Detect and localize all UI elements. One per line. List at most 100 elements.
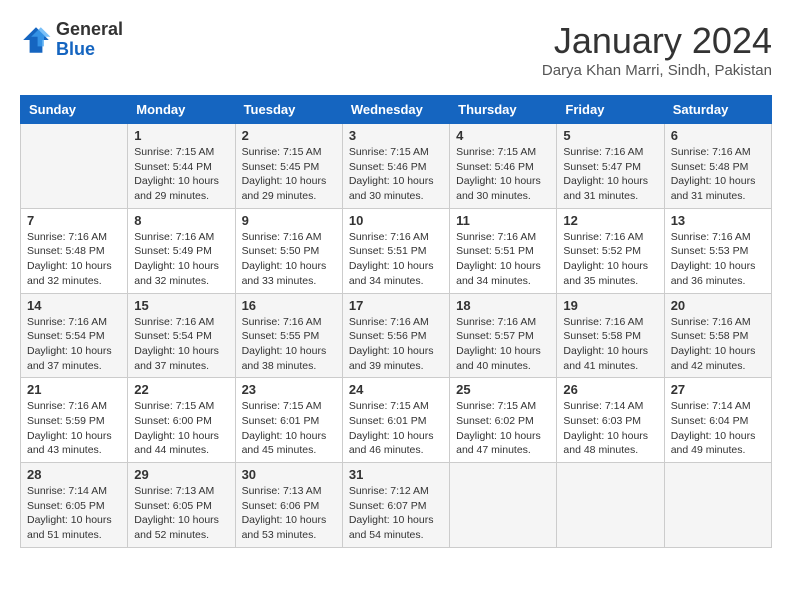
calendar-cell: 7 Sunrise: 7:16 AMSunset: 5:48 PMDayligh… xyxy=(21,208,128,293)
page-header: General Blue January 2024 Darya Khan Mar… xyxy=(20,20,772,79)
day-info: Sunrise: 7:15 AMSunset: 5:44 PMDaylight:… xyxy=(134,145,228,204)
calendar-cell: 11 Sunrise: 7:16 AMSunset: 5:51 PMDaylig… xyxy=(450,208,557,293)
day-info: Sunrise: 7:12 AMSunset: 6:07 PMDaylight:… xyxy=(349,484,443,543)
day-info: Sunrise: 7:15 AMSunset: 5:46 PMDaylight:… xyxy=(456,145,550,204)
day-info: Sunrise: 7:16 AMSunset: 5:54 PMDaylight:… xyxy=(27,315,121,374)
day-number: 10 xyxy=(349,213,443,228)
calendar-week-row: 1 Sunrise: 7:15 AMSunset: 5:44 PMDayligh… xyxy=(21,124,772,209)
day-number: 27 xyxy=(671,382,765,397)
day-number: 17 xyxy=(349,298,443,313)
day-number: 20 xyxy=(671,298,765,313)
calendar-cell: 3 Sunrise: 7:15 AMSunset: 5:46 PMDayligh… xyxy=(342,124,449,209)
calendar-week-row: 28 Sunrise: 7:14 AMSunset: 6:05 PMDaylig… xyxy=(21,463,772,548)
calendar-week-row: 21 Sunrise: 7:16 AMSunset: 5:59 PMDaylig… xyxy=(21,378,772,463)
day-number: 16 xyxy=(242,298,336,313)
day-number: 21 xyxy=(27,382,121,397)
day-number: 14 xyxy=(27,298,121,313)
weekday-header: Thursday xyxy=(450,96,557,124)
calendar-table: SundayMondayTuesdayWednesdayThursdayFrid… xyxy=(20,95,772,548)
logo-blue: Blue xyxy=(56,39,95,59)
calendar-cell: 21 Sunrise: 7:16 AMSunset: 5:59 PMDaylig… xyxy=(21,378,128,463)
logo-text: General Blue xyxy=(56,20,123,60)
location: Darya Khan Marri, Sindh, Pakistan xyxy=(542,62,772,79)
month-title: January 2024 xyxy=(542,20,772,62)
day-info: Sunrise: 7:16 AMSunset: 5:53 PMDaylight:… xyxy=(671,230,765,289)
day-info: Sunrise: 7:16 AMSunset: 5:58 PMDaylight:… xyxy=(671,315,765,374)
day-number: 1 xyxy=(134,128,228,143)
logo-icon xyxy=(20,24,52,56)
day-info: Sunrise: 7:14 AMSunset: 6:05 PMDaylight:… xyxy=(27,484,121,543)
calendar-cell: 22 Sunrise: 7:15 AMSunset: 6:00 PMDaylig… xyxy=(128,378,235,463)
day-info: Sunrise: 7:16 AMSunset: 5:57 PMDaylight:… xyxy=(456,315,550,374)
calendar-cell: 20 Sunrise: 7:16 AMSunset: 5:58 PMDaylig… xyxy=(664,293,771,378)
day-info: Sunrise: 7:16 AMSunset: 5:56 PMDaylight:… xyxy=(349,315,443,374)
calendar-cell: 29 Sunrise: 7:13 AMSunset: 6:05 PMDaylig… xyxy=(128,463,235,548)
calendar-cell: 17 Sunrise: 7:16 AMSunset: 5:56 PMDaylig… xyxy=(342,293,449,378)
calendar-cell xyxy=(557,463,664,548)
day-info: Sunrise: 7:16 AMSunset: 5:49 PMDaylight:… xyxy=(134,230,228,289)
title-block: January 2024 Darya Khan Marri, Sindh, Pa… xyxy=(542,20,772,79)
calendar-cell: 5 Sunrise: 7:16 AMSunset: 5:47 PMDayligh… xyxy=(557,124,664,209)
day-info: Sunrise: 7:16 AMSunset: 5:51 PMDaylight:… xyxy=(349,230,443,289)
day-info: Sunrise: 7:16 AMSunset: 5:52 PMDaylight:… xyxy=(563,230,657,289)
weekday-header: Monday xyxy=(128,96,235,124)
calendar-cell xyxy=(450,463,557,548)
calendar-cell: 23 Sunrise: 7:15 AMSunset: 6:01 PMDaylig… xyxy=(235,378,342,463)
calendar-cell: 26 Sunrise: 7:14 AMSunset: 6:03 PMDaylig… xyxy=(557,378,664,463)
calendar-cell: 13 Sunrise: 7:16 AMSunset: 5:53 PMDaylig… xyxy=(664,208,771,293)
day-info: Sunrise: 7:16 AMSunset: 5:58 PMDaylight:… xyxy=(563,315,657,374)
day-number: 19 xyxy=(563,298,657,313)
day-number: 30 xyxy=(242,467,336,482)
calendar-cell: 31 Sunrise: 7:12 AMSunset: 6:07 PMDaylig… xyxy=(342,463,449,548)
day-info: Sunrise: 7:13 AMSunset: 6:06 PMDaylight:… xyxy=(242,484,336,543)
weekday-header: Wednesday xyxy=(342,96,449,124)
day-info: Sunrise: 7:15 AMSunset: 6:02 PMDaylight:… xyxy=(456,399,550,458)
calendar-cell xyxy=(664,463,771,548)
calendar-cell: 8 Sunrise: 7:16 AMSunset: 5:49 PMDayligh… xyxy=(128,208,235,293)
day-info: Sunrise: 7:16 AMSunset: 5:59 PMDaylight:… xyxy=(27,399,121,458)
calendar-cell: 16 Sunrise: 7:16 AMSunset: 5:55 PMDaylig… xyxy=(235,293,342,378)
day-info: Sunrise: 7:14 AMSunset: 6:04 PMDaylight:… xyxy=(671,399,765,458)
day-number: 2 xyxy=(242,128,336,143)
day-number: 13 xyxy=(671,213,765,228)
day-number: 15 xyxy=(134,298,228,313)
weekday-header: Tuesday xyxy=(235,96,342,124)
calendar-cell: 10 Sunrise: 7:16 AMSunset: 5:51 PMDaylig… xyxy=(342,208,449,293)
calendar-cell: 19 Sunrise: 7:16 AMSunset: 5:58 PMDaylig… xyxy=(557,293,664,378)
day-number: 7 xyxy=(27,213,121,228)
day-info: Sunrise: 7:16 AMSunset: 5:47 PMDaylight:… xyxy=(563,145,657,204)
day-info: Sunrise: 7:14 AMSunset: 6:03 PMDaylight:… xyxy=(563,399,657,458)
day-info: Sunrise: 7:13 AMSunset: 6:05 PMDaylight:… xyxy=(134,484,228,543)
weekday-header-row: SundayMondayTuesdayWednesdayThursdayFrid… xyxy=(21,96,772,124)
day-number: 8 xyxy=(134,213,228,228)
calendar-cell: 24 Sunrise: 7:15 AMSunset: 6:01 PMDaylig… xyxy=(342,378,449,463)
calendar-cell: 2 Sunrise: 7:15 AMSunset: 5:45 PMDayligh… xyxy=(235,124,342,209)
calendar-cell: 12 Sunrise: 7:16 AMSunset: 5:52 PMDaylig… xyxy=(557,208,664,293)
day-number: 12 xyxy=(563,213,657,228)
day-number: 18 xyxy=(456,298,550,313)
day-number: 31 xyxy=(349,467,443,482)
day-info: Sunrise: 7:16 AMSunset: 5:51 PMDaylight:… xyxy=(456,230,550,289)
calendar-cell xyxy=(21,124,128,209)
calendar-cell: 9 Sunrise: 7:16 AMSunset: 5:50 PMDayligh… xyxy=(235,208,342,293)
calendar-cell: 28 Sunrise: 7:14 AMSunset: 6:05 PMDaylig… xyxy=(21,463,128,548)
day-number: 26 xyxy=(563,382,657,397)
calendar-week-row: 7 Sunrise: 7:16 AMSunset: 5:48 PMDayligh… xyxy=(21,208,772,293)
day-number: 29 xyxy=(134,467,228,482)
day-number: 9 xyxy=(242,213,336,228)
calendar-cell: 1 Sunrise: 7:15 AMSunset: 5:44 PMDayligh… xyxy=(128,124,235,209)
day-info: Sunrise: 7:16 AMSunset: 5:54 PMDaylight:… xyxy=(134,315,228,374)
day-info: Sunrise: 7:16 AMSunset: 5:50 PMDaylight:… xyxy=(242,230,336,289)
day-number: 24 xyxy=(349,382,443,397)
day-info: Sunrise: 7:15 AMSunset: 6:01 PMDaylight:… xyxy=(349,399,443,458)
day-info: Sunrise: 7:16 AMSunset: 5:48 PMDaylight:… xyxy=(27,230,121,289)
day-number: 5 xyxy=(563,128,657,143)
day-info: Sunrise: 7:15 AMSunset: 6:00 PMDaylight:… xyxy=(134,399,228,458)
day-info: Sunrise: 7:16 AMSunset: 5:55 PMDaylight:… xyxy=(242,315,336,374)
calendar-cell: 4 Sunrise: 7:15 AMSunset: 5:46 PMDayligh… xyxy=(450,124,557,209)
weekday-header: Friday xyxy=(557,96,664,124)
day-info: Sunrise: 7:15 AMSunset: 6:01 PMDaylight:… xyxy=(242,399,336,458)
day-number: 23 xyxy=(242,382,336,397)
logo: General Blue xyxy=(20,20,123,60)
day-info: Sunrise: 7:15 AMSunset: 5:46 PMDaylight:… xyxy=(349,145,443,204)
